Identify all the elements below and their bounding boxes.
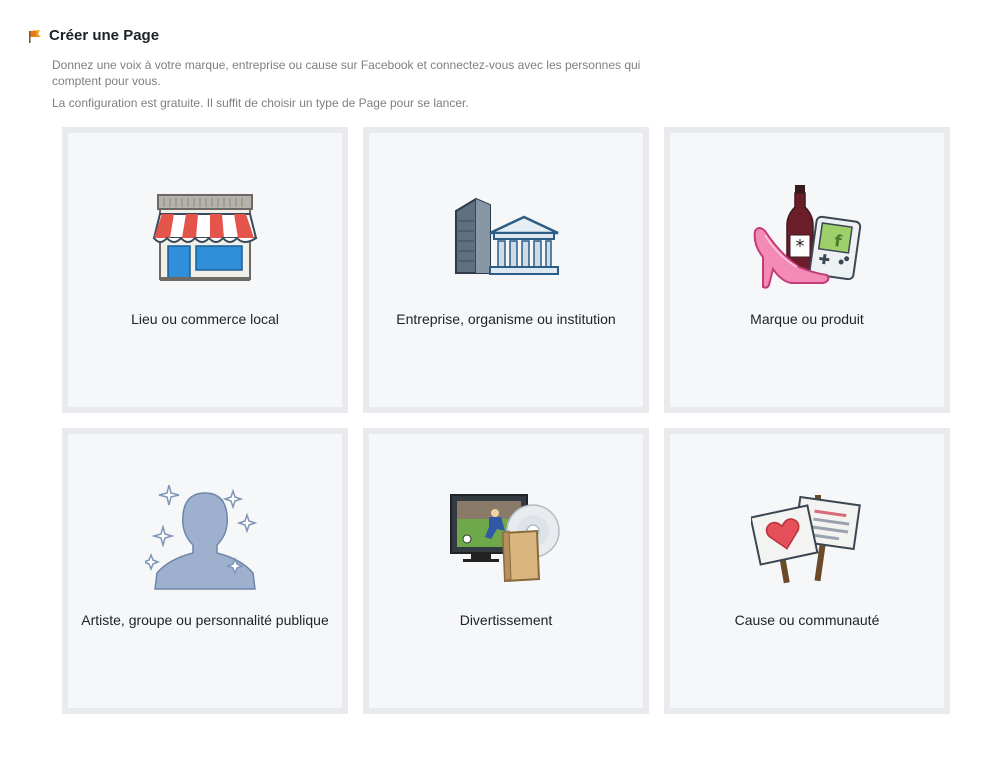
page-flag-icon <box>29 29 41 43</box>
entertainment-icon <box>450 494 560 583</box>
category-tile-local-business[interactable]: Lieu ou commerce local <box>62 127 348 413</box>
buildings-icon <box>455 197 559 275</box>
category-label: Divertissement <box>459 612 553 628</box>
setup-note: La configuration est gratuite. Il suffit… <box>52 96 469 110</box>
category-label: Marque ou produit <box>750 311 864 327</box>
page-header: Créer une Page <box>27 27 159 44</box>
category-tile-artist[interactable]: Artiste, groupe ou personnalité publique <box>62 428 348 714</box>
svg-text:*: * <box>796 236 805 257</box>
page-title: Créer une Page <box>49 27 160 44</box>
create-page-panel: Créer une Page Donnez une voix à votre m… <box>0 0 1002 757</box>
category-label: Entreprise, organisme ou institution <box>396 311 616 327</box>
brand-products-icon: * f <box>753 185 862 289</box>
category-label: Lieu ou commerce local <box>131 311 279 327</box>
category-label: Artiste, groupe ou personnalité publique <box>81 612 329 628</box>
category-tile-cause[interactable]: Cause ou communauté <box>664 428 950 714</box>
protest-signs-icon <box>751 495 861 584</box>
category-tile-brand[interactable]: * f Marque ou produit <box>664 127 950 413</box>
category-grid: Lieu ou commerce local Entreprise, organ… <box>62 127 951 714</box>
storefront-icon <box>152 194 258 281</box>
category-tile-entertainment[interactable]: Divertissement <box>363 428 649 714</box>
category-label: Cause ou communauté <box>734 612 880 628</box>
celebrity-silhouette-icon <box>145 485 258 590</box>
intro-text: Donnez une voix à votre marque, entrepri… <box>52 58 641 88</box>
category-tile-company[interactable]: Entreprise, organisme ou institution <box>363 127 649 413</box>
